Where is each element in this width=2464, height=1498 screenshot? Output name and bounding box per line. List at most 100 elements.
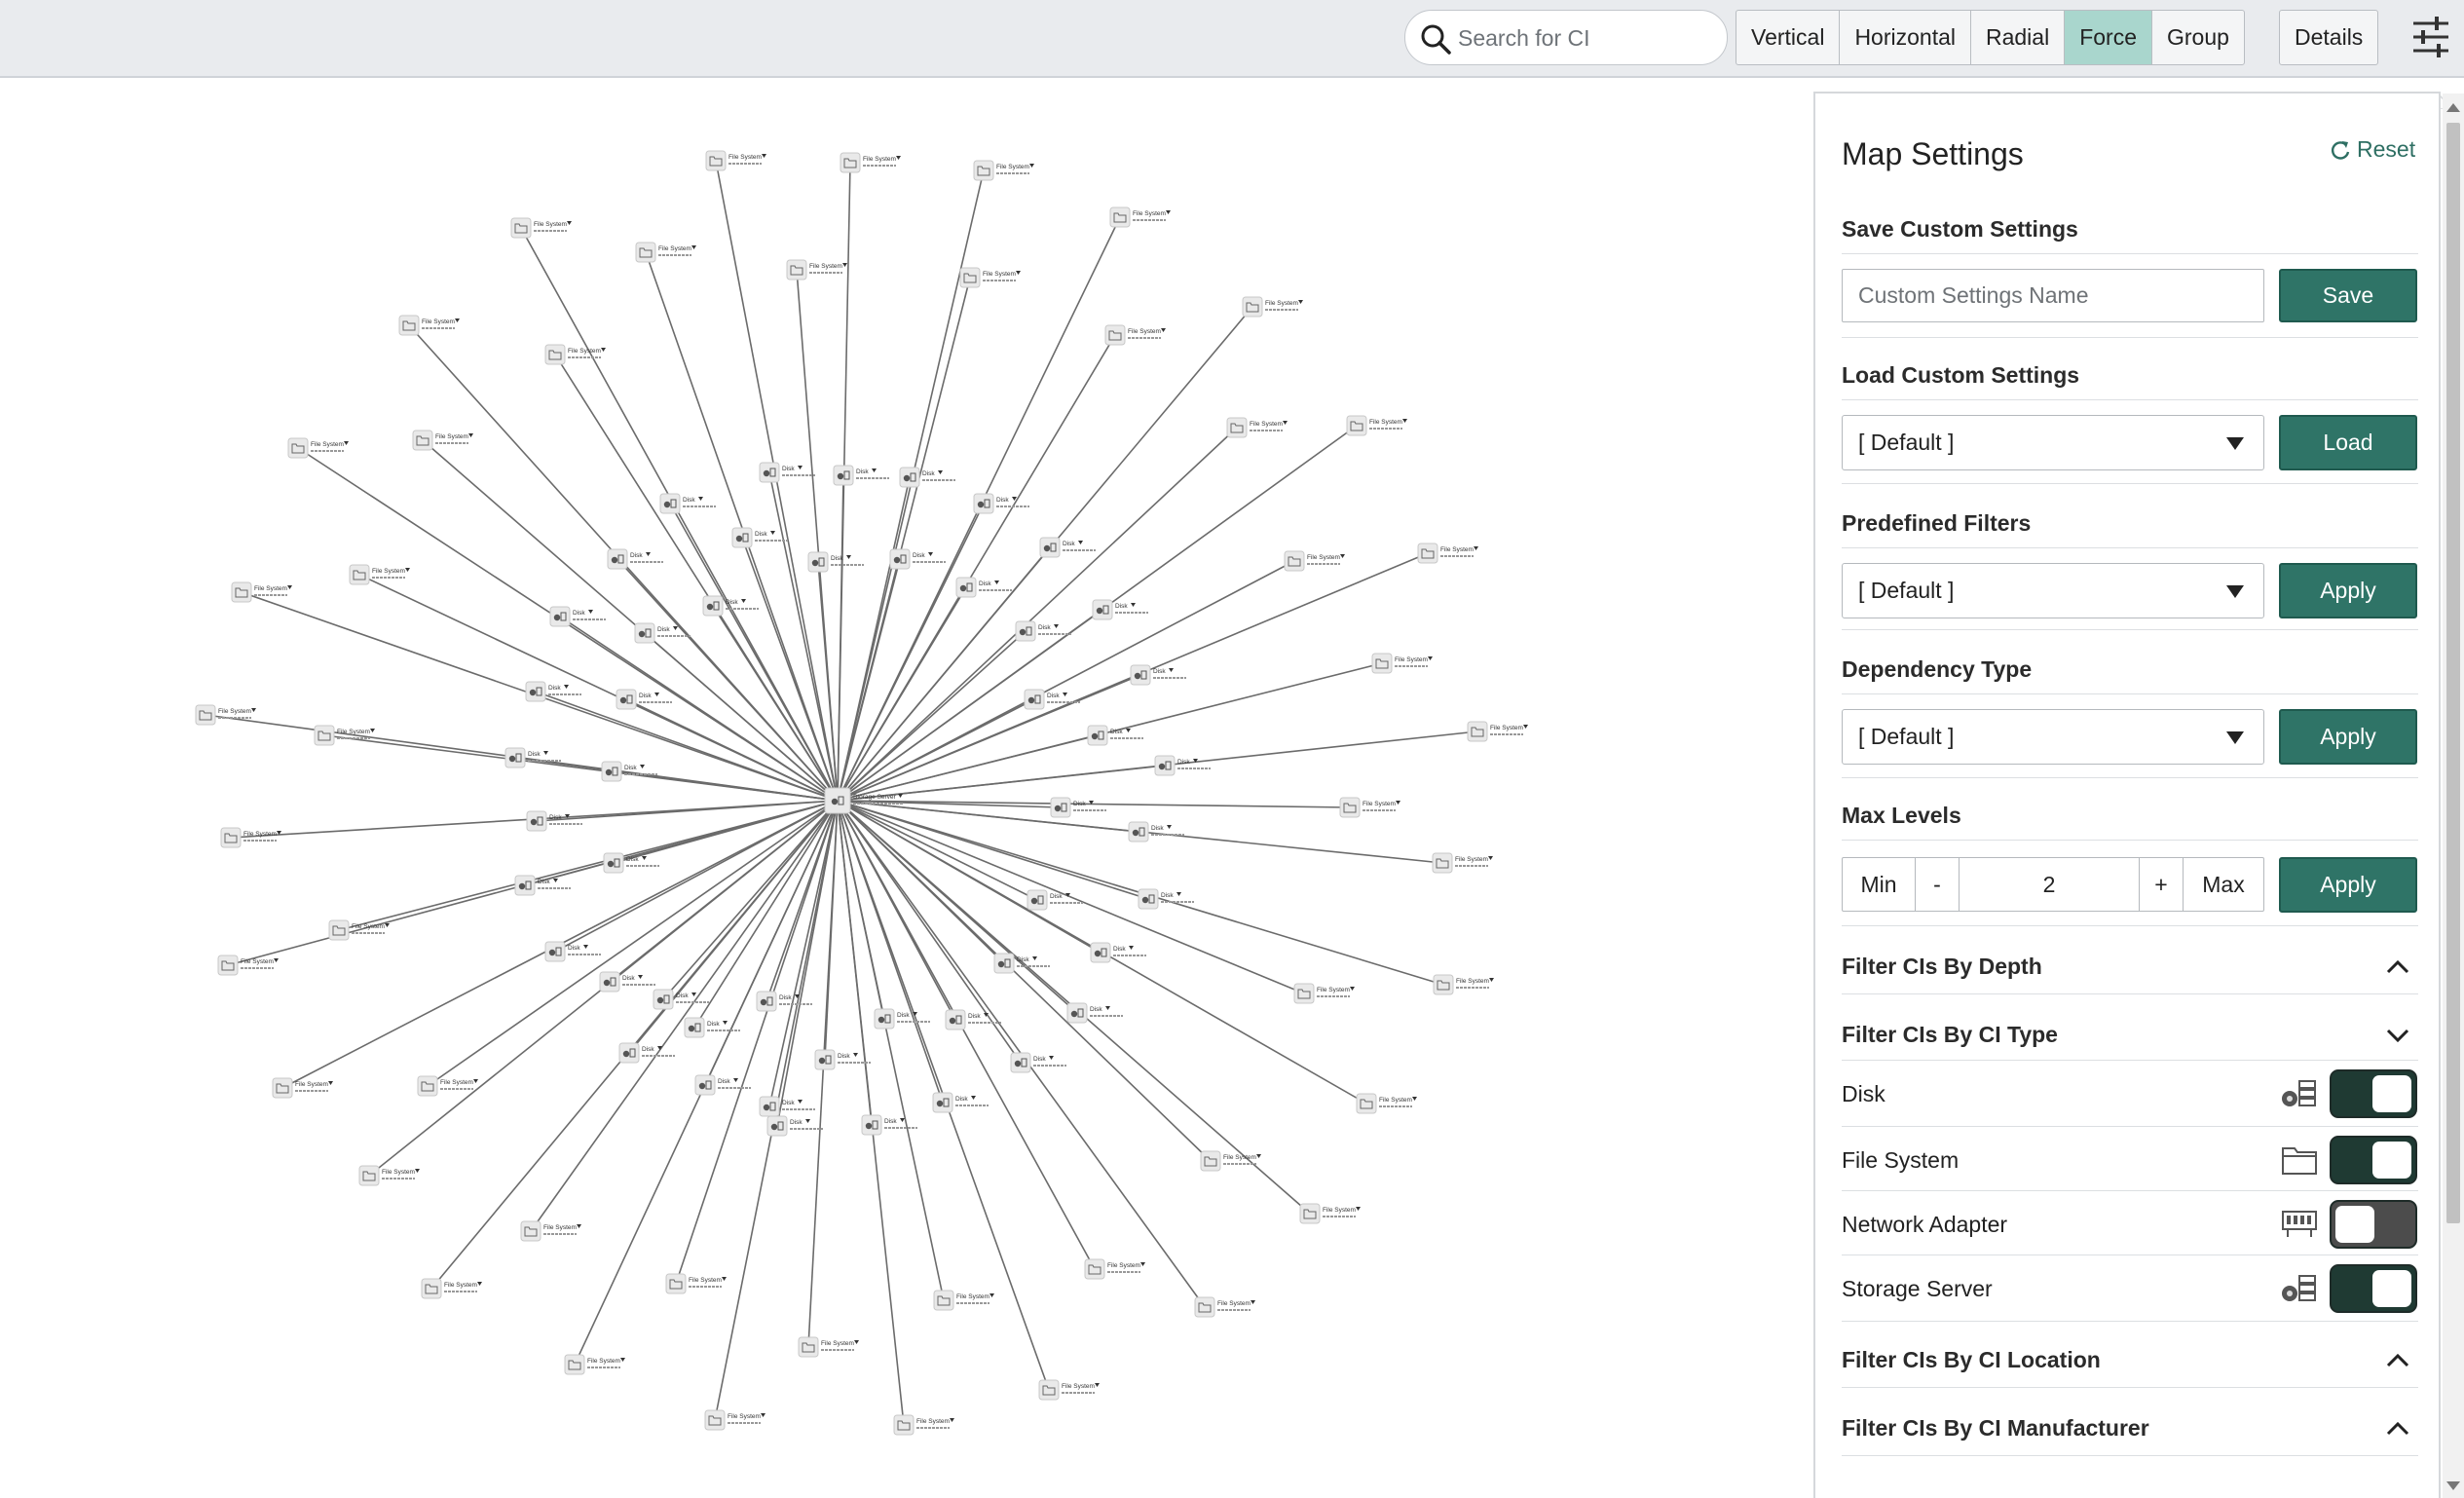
file-system-node[interactable]: File System (959, 267, 1021, 288)
file-system-node[interactable]: File System (1242, 296, 1303, 318)
apply-dependency-type-button[interactable]: Apply (2279, 709, 2417, 765)
disk-node[interactable]: Disk (544, 941, 601, 962)
file-system-node[interactable]: File System (1104, 324, 1166, 346)
search-input[interactable] (1456, 19, 1713, 57)
expand-caret-icon[interactable] (950, 1418, 954, 1422)
disk-node[interactable]: Disk (1039, 537, 1096, 558)
file-system-node[interactable]: File System (1339, 797, 1400, 818)
expand-caret-icon[interactable] (601, 348, 606, 352)
expand-caret-icon[interactable] (543, 751, 548, 755)
file-system-node[interactable]: File System (412, 430, 473, 451)
file-system-node[interactable]: File System (933, 1290, 994, 1311)
expand-caret-icon[interactable] (1140, 1262, 1145, 1266)
expand-caret-icon[interactable] (872, 468, 877, 472)
file-system-node[interactable]: File System (417, 1075, 478, 1097)
toggle-file-system[interactable] (2330, 1136, 2417, 1184)
expand-caret-icon[interactable] (1428, 656, 1433, 660)
disk-node[interactable]: Disk (603, 852, 659, 874)
toggle-disk[interactable] (2330, 1069, 2417, 1118)
disk-node[interactable]: Disk (599, 971, 655, 992)
disk-node[interactable]: Disk (807, 551, 864, 573)
toggle-storage-server[interactable] (2330, 1264, 2417, 1313)
file-system-node[interactable]: File System (1299, 1203, 1361, 1224)
expand-caret-icon[interactable] (898, 794, 903, 798)
expand-caret-icon[interactable] (583, 945, 588, 949)
layout-group-button[interactable]: Group (2152, 11, 2244, 64)
file-system-node[interactable]: File System (704, 1409, 765, 1431)
dependency-type-select[interactable]: [ Default ] (1842, 709, 2264, 765)
file-system-node[interactable]: File System (314, 725, 375, 746)
expand-caret-icon[interactable] (642, 856, 647, 860)
expand-caret-icon[interactable] (1283, 421, 1288, 425)
save-button[interactable]: Save (2279, 269, 2417, 322)
disk-node[interactable]: Disk (759, 462, 815, 483)
file-system-node[interactable]: File System (349, 564, 410, 585)
file-system-node[interactable]: File System (665, 1273, 727, 1294)
expand-caret-icon[interactable] (846, 555, 851, 559)
file-system-node[interactable]: File System (1467, 721, 1528, 742)
scrollbar-thumb[interactable] (2446, 123, 2460, 1223)
expand-caret-icon[interactable] (1016, 271, 1021, 275)
disk-node[interactable]: Disk (955, 577, 1012, 598)
scroll-up-arrow-icon[interactable] (2446, 103, 2460, 112)
expand-caret-icon[interactable] (1054, 624, 1059, 628)
decrement-button[interactable]: - (1916, 858, 1960, 911)
expand-caret-icon[interactable] (1078, 541, 1083, 544)
expand-caret-icon[interactable] (1129, 946, 1134, 950)
expand-caret-icon[interactable] (762, 154, 766, 158)
disk-node[interactable]: Disk (1066, 1002, 1123, 1024)
apply-max-levels-button[interactable]: Apply (2279, 857, 2417, 913)
file-system-node[interactable]: File System (1109, 206, 1171, 228)
file-system-node[interactable]: File System (786, 259, 847, 281)
file-system-node[interactable]: File System (973, 160, 1034, 181)
panel-scrollbar[interactable] (2443, 94, 2464, 1498)
disk-node[interactable]: Disk (874, 1008, 930, 1030)
disk-node[interactable]: Disk (1024, 689, 1080, 710)
disk-node[interactable]: Disk (899, 467, 955, 488)
file-system-node[interactable]: File System (1371, 653, 1433, 674)
disk-node[interactable]: Disk (932, 1092, 989, 1113)
file-system-node[interactable]: File System (635, 242, 696, 263)
search-box[interactable] (1404, 10, 1728, 65)
file-system-node[interactable]: File System (217, 955, 279, 976)
disk-node[interactable]: Disk (1050, 797, 1106, 818)
expand-caret-icon[interactable] (1256, 1154, 1261, 1158)
expand-caret-icon[interactable] (896, 156, 901, 160)
expand-caret-icon[interactable] (1032, 956, 1037, 960)
expand-caret-icon[interactable] (938, 470, 943, 474)
expand-caret-icon[interactable] (691, 245, 696, 249)
file-system-node[interactable]: File System (1433, 974, 1494, 995)
file-system-node[interactable]: File System (893, 1414, 954, 1436)
layout-vertical-button[interactable]: Vertical (1736, 11, 1841, 64)
expand-caret-icon[interactable] (733, 1078, 738, 1082)
disk-node[interactable]: Disk (1090, 942, 1146, 963)
disk-node[interactable]: Disk (766, 1115, 823, 1137)
expand-caret-icon[interactable] (455, 318, 460, 322)
load-button[interactable]: Load (2279, 415, 2417, 470)
expand-caret-icon[interactable] (1356, 1207, 1361, 1211)
expand-caret-icon[interactable] (1131, 603, 1136, 607)
expand-caret-icon[interactable] (928, 552, 933, 556)
expand-caret-icon[interactable] (620, 1358, 625, 1362)
expand-caret-icon[interactable] (1402, 419, 1407, 423)
expand-caret-icon[interactable] (1340, 554, 1345, 558)
expand-caret-icon[interactable] (1298, 300, 1303, 304)
expand-caret-icon[interactable] (385, 923, 390, 927)
expand-caret-icon[interactable] (1169, 668, 1174, 672)
expand-caret-icon[interactable] (1167, 825, 1172, 829)
expand-caret-icon[interactable] (1029, 164, 1034, 168)
file-system-node[interactable]: File System (398, 315, 460, 336)
toggle-network-adapter[interactable] (2330, 1200, 2417, 1249)
expand-caret-icon[interactable] (1488, 856, 1493, 860)
disk-node[interactable]: Disk (889, 548, 946, 570)
max-level-button[interactable]: Max (2184, 858, 2263, 911)
expand-caret-icon[interactable] (287, 585, 292, 589)
disk-node[interactable]: Disk (514, 875, 571, 896)
file-system-node[interactable]: File System (195, 704, 256, 726)
expand-caret-icon[interactable] (564, 685, 569, 689)
expand-caret-icon[interactable] (853, 1053, 858, 1057)
file-system-node[interactable]: File System (510, 217, 572, 239)
expand-caret-icon[interactable] (468, 433, 473, 437)
disk-node[interactable]: Disk (634, 622, 691, 644)
reset-button[interactable]: Reset (2330, 136, 2415, 163)
